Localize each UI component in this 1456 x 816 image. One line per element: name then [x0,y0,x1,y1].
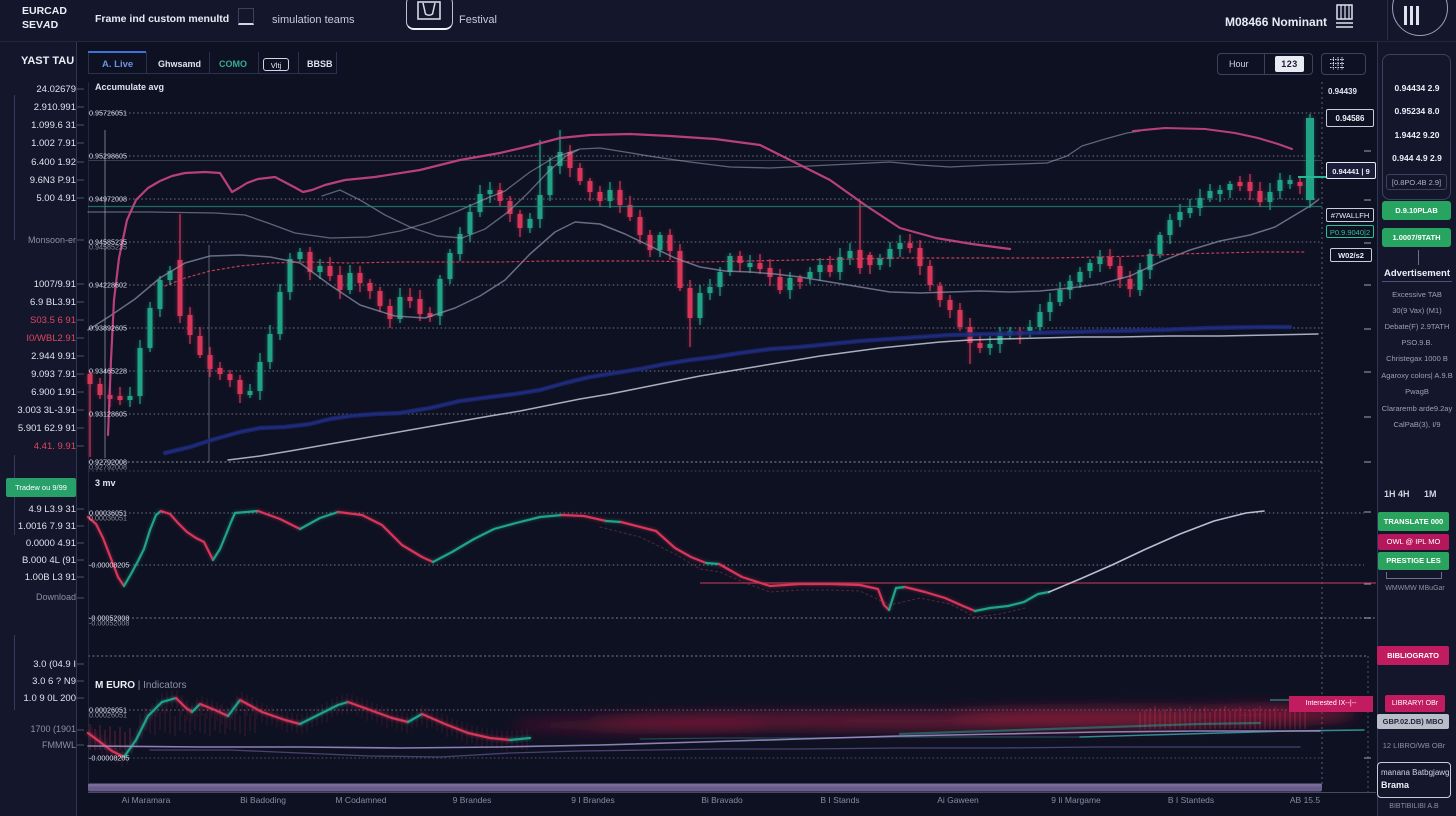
svg-text:0.00026051: 0.00026051 [89,711,127,720]
svg-text:0.93892605: 0.93892605 [89,324,127,333]
svg-text:0.93465228: 0.93465228 [89,367,127,376]
svg-text:-0.00052008: -0.00052008 [89,619,129,628]
svg-text:0.93128605: 0.93128605 [89,410,127,419]
svg-text:0.95298605: 0.95298605 [89,152,127,161]
svg-text:-0.00008205: -0.00008205 [89,561,129,570]
svg-text:0.92792008: 0.92792008 [89,463,127,472]
svg-text:0.94228602: 0.94228602 [89,281,127,290]
svg-text:0.94972008: 0.94972008 [89,195,127,204]
svg-text:-0.00008205: -0.00008205 [89,754,129,763]
svg-text:0.00036051: 0.00036051 [89,514,127,523]
svg-text:0.94585235: 0.94585235 [89,243,127,252]
svg-text:0.95726051: 0.95726051 [89,109,127,118]
